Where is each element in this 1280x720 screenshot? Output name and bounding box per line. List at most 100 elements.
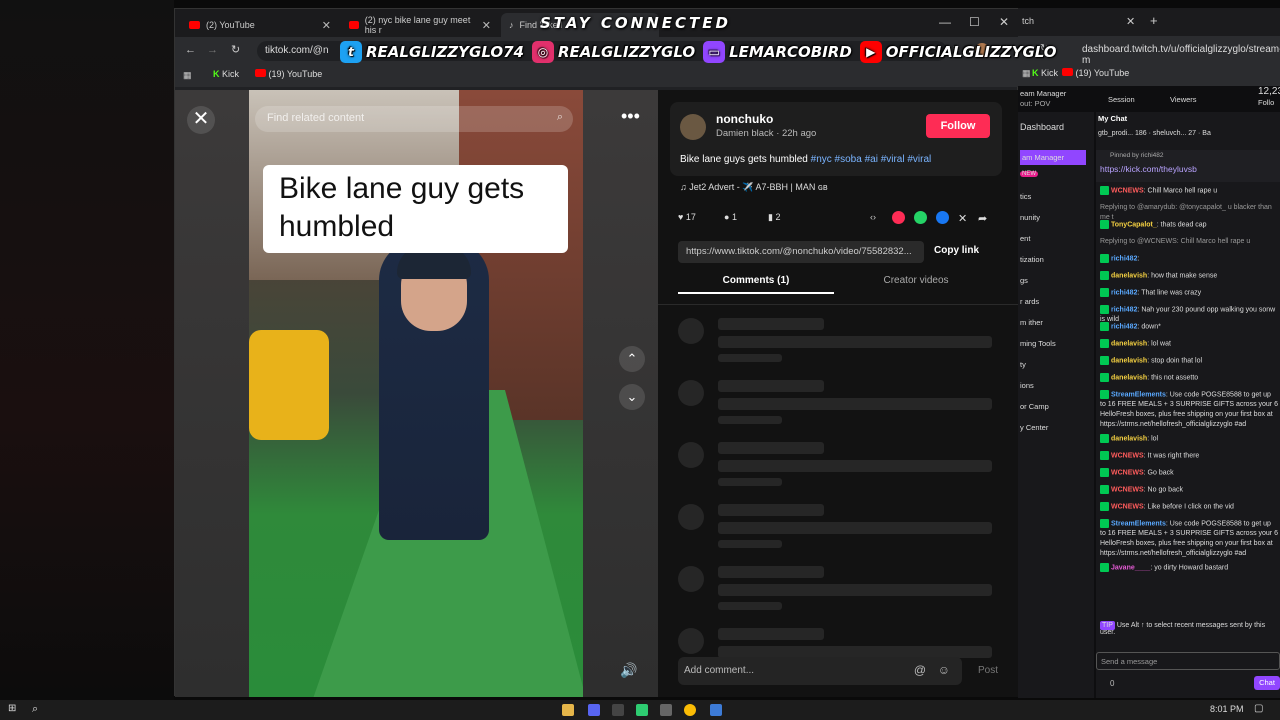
chat-message[interactable]: WCNEWS: Go back [1100, 468, 1278, 478]
volume-icon[interactable]: 🔊 [620, 662, 637, 679]
share-icon[interactable]: ➦ [978, 212, 987, 225]
sidebar-dashboard[interactable]: Dashboard [1020, 122, 1064, 132]
follow-button[interactable]: Follow [926, 114, 990, 138]
chat-message[interactable]: WCNEWS: It was right there [1100, 451, 1278, 461]
new-tab-icon[interactable]: + [1150, 13, 1158, 28]
tab-twitch[interactable]: tch [1022, 16, 1034, 26]
chat-username[interactable]: WCNEWS [1111, 469, 1144, 476]
tab-creator-videos[interactable]: Creator videos [838, 275, 994, 292]
tab-nyc-bike[interactable]: (2) nyc bike lane guy meet his r ✕ [341, 13, 499, 37]
chat-username[interactable]: TonyCapalot_ [1111, 221, 1157, 228]
chat-input[interactable]: Send a message [1096, 652, 1280, 670]
sidebar-item[interactable]: ions [1020, 381, 1034, 390]
bookmark-youtube[interactable]: (19) YouTube [1062, 68, 1129, 78]
chat-username[interactable]: WCNEWS [1111, 503, 1144, 510]
copy-link-button[interactable]: Copy link [934, 245, 979, 256]
music-info[interactable]: ♫ Jet2 Advert - ✈️ A7-BBH | MAN ɢʙ [680, 182, 828, 193]
post-button[interactable]: Post [978, 665, 998, 676]
windows-start-icon[interactable]: ⊞ [8, 703, 16, 714]
video-player[interactable]: Find related content ⌕ Bike lane guy gets… [249, 90, 583, 697]
sidebar-item[interactable]: y Center [1020, 423, 1048, 432]
sidebar-item[interactable]: r ards [1020, 297, 1039, 306]
chat-username[interactable]: richi482 [1111, 306, 1137, 313]
sidebar-item[interactable]: tization [1020, 255, 1044, 264]
chat-message[interactable]: StreamElements: Use code POGSE8588 to ge… [1100, 519, 1278, 559]
sidebar-item[interactable]: gs [1020, 276, 1028, 285]
file-explorer-icon[interactable] [562, 704, 574, 716]
terminal-icon[interactable] [612, 704, 624, 716]
chat-message[interactable]: richi482: down* [1100, 322, 1278, 332]
apps-icon[interactable]: ▦ [183, 70, 192, 81]
chat-message[interactable]: richi482: [1100, 254, 1278, 264]
chat-message[interactable]: Replying to @WCNEWS: Chill Marco hell ra… [1100, 237, 1278, 247]
sidebar-item[interactable]: am Manager [1020, 150, 1086, 165]
chat-username[interactable]: WCNEWS [1111, 187, 1144, 194]
chat-message[interactable]: StreamElements: Use code POGSE8588 to ge… [1100, 390, 1278, 430]
chat-username[interactable]: richi482 [1111, 255, 1137, 262]
chat-username[interactable]: richi482 [1111, 323, 1137, 330]
emoji-icon[interactable]: ☺ [938, 663, 950, 677]
bookmark-kick[interactable]: K Kick [1032, 68, 1058, 78]
maximize-icon[interactable]: ☐ [969, 15, 980, 29]
share-tiktok-icon[interactable] [892, 211, 905, 224]
close-window-icon[interactable]: ✕ [999, 15, 1009, 29]
chat-username[interactable]: danelavish [1111, 374, 1147, 381]
facebook-icon[interactable] [936, 211, 949, 224]
app-icon[interactable] [636, 704, 648, 716]
app-icon-3[interactable] [710, 704, 722, 716]
chrome-icon[interactable] [684, 704, 696, 716]
chat-message[interactable]: danelavish: lol [1100, 434, 1278, 444]
chat-message[interactable]: Javane____: yo dirty Howard bastard [1100, 563, 1278, 573]
more-options-icon[interactable]: ••• [621, 106, 640, 127]
chat-username[interactable]: WCNEWS [1111, 486, 1144, 493]
chat-message[interactable]: WCNEWS: No go back [1100, 485, 1278, 495]
sidebar-item[interactable]: ty [1020, 360, 1026, 369]
app-icon-2[interactable] [660, 704, 672, 716]
sidebar-item[interactable]: ent [1020, 234, 1030, 243]
search-related-input[interactable]: Find related content ⌕ [255, 106, 573, 132]
next-video-icon[interactable]: ⌄ [619, 384, 645, 410]
chat-username[interactable]: WCNEWS [1111, 452, 1144, 459]
username[interactable]: nonchuko [716, 112, 773, 126]
x-icon[interactable]: ✕ [958, 212, 967, 225]
hashtags[interactable]: #nyc #soba #ai #viral #viral [811, 154, 932, 165]
notification-icon[interactable]: ▢ [1254, 703, 1263, 714]
forward-icon[interactable]: → [207, 44, 218, 56]
back-icon[interactable]: ← [185, 44, 196, 56]
like-button[interactable]: ♥ 17 [678, 212, 696, 222]
discord-icon[interactable] [588, 704, 600, 716]
close-icon[interactable]: ✕ [187, 106, 215, 134]
chat-username[interactable]: StreamElements [1111, 520, 1166, 527]
reload-icon[interactable]: ↻ [231, 43, 240, 56]
chat-leaderboard[interactable]: gtb_prodi... 186 · sheluvch... 27 · Ba [1098, 130, 1211, 137]
comment-button[interactable]: ● 1 [724, 212, 737, 222]
chat-message[interactable]: TonyCapalot_: thats dead cap [1100, 220, 1278, 230]
chat-message[interactable]: danelavish: this not assetto [1100, 373, 1278, 383]
sidebar-item[interactable]: NEW [1020, 171, 1038, 177]
chat-username[interactable]: richi482 [1111, 289, 1137, 296]
search-icon[interactable]: ⌕ [32, 703, 38, 716]
chat-username[interactable]: danelavish [1111, 272, 1147, 279]
chat-message[interactable]: WCNEWS: Like before I click on the vid [1100, 502, 1278, 512]
sidebar-item[interactable]: ming Tools [1020, 339, 1056, 348]
clock[interactable]: 8:01 PM [1210, 704, 1244, 714]
whatsapp-icon[interactable] [914, 211, 927, 224]
save-button[interactable]: ▮ 2 [768, 212, 780, 223]
close-tab-icon[interactable]: ✕ [322, 19, 331, 32]
chat-message[interactable]: danelavish: stop doin that lol [1100, 356, 1278, 366]
chat-username[interactable]: Javane____ [1111, 564, 1150, 571]
close-tab-icon[interactable]: ✕ [1126, 15, 1135, 28]
embed-icon[interactable]: ‹› [870, 212, 876, 222]
add-comment-input[interactable]: Add comment... @ ☺ [678, 657, 962, 685]
chat-message[interactable]: richi482: That line was crazy [1100, 288, 1278, 298]
mention-icon[interactable]: @ [914, 663, 926, 677]
avatar[interactable] [680, 114, 706, 140]
tab-comments[interactable]: Comments (1) [678, 275, 834, 294]
search-icon[interactable]: ⌕ [557, 111, 563, 124]
chat-message[interactable]: danelavish: lol wat [1100, 339, 1278, 349]
sidebar-item[interactable]: tics [1020, 192, 1031, 201]
chat-username[interactable]: StreamElements [1111, 391, 1166, 398]
channel-points[interactable]: 0 [1110, 679, 1114, 688]
bookmark-kick[interactable]: K Kick [213, 69, 239, 79]
twitch-url-input[interactable]: dashboard.twitch.tv/u/officialglizzyglo/… [1082, 44, 1280, 66]
